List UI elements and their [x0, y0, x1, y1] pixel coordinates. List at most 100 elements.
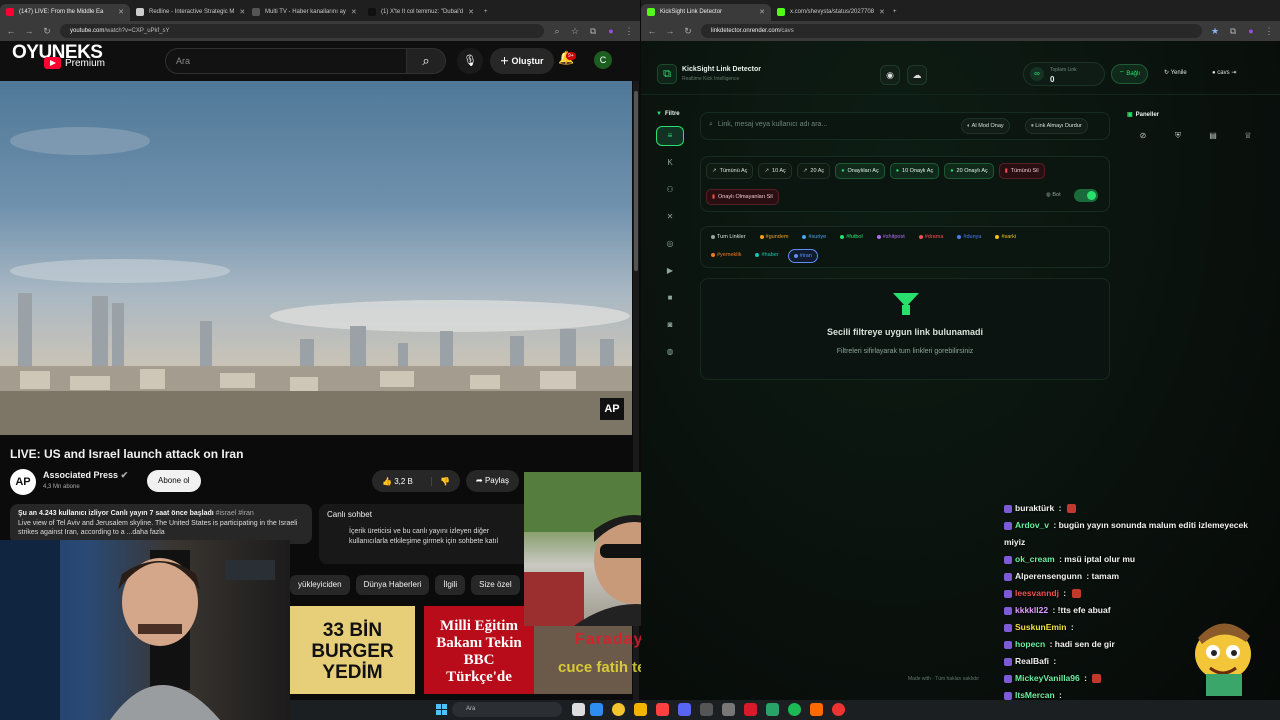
app-icon[interactable]: [832, 703, 845, 716]
tag-filter[interactable]: #futbol: [835, 231, 868, 245]
action-button[interactable]: ● Onaylıları Aç: [835, 163, 885, 179]
like-button[interactable]: 👍 3,2 B: [372, 476, 432, 486]
edge-icon[interactable]: [590, 703, 603, 716]
avatar[interactable]: C: [594, 51, 612, 69]
sidebar-item-x[interactable]: ✕: [656, 207, 684, 227]
category-chip[interactable]: yükleyiciden: [290, 575, 350, 595]
trophy-icon[interactable]: ♕: [1234, 126, 1262, 146]
browser-tab[interactable]: (147) LIVE: From the Middle Ea ✕: [0, 3, 130, 21]
app-icon[interactable]: [722, 703, 735, 716]
extensions-icon[interactable]: ⧉: [1228, 26, 1238, 37]
action-button[interactable]: ● 10 Onaylı Aç: [889, 163, 940, 179]
live-chat-panel[interactable]: Canlı sohbet İçerik üreticisi ve bu canl…: [319, 504, 529, 564]
sidebar-item-all[interactable]: ≡: [656, 126, 684, 146]
bot-toggle[interactable]: [1074, 189, 1098, 202]
sidebar-item-camera[interactable]: ◙: [656, 315, 684, 335]
block-icon[interactable]: ⊘: [1129, 126, 1157, 146]
taskbar-search-input[interactable]: Ara: [452, 702, 562, 717]
left-url-field[interactable]: youtube.com/watch?v=CXP_uPkf_sY: [60, 24, 544, 38]
share-button[interactable]: ➦ Paylaş: [466, 470, 519, 492]
app-icon[interactable]: [810, 703, 823, 716]
chrome-icon[interactable]: [612, 703, 625, 716]
kick-avatar-icon[interactable]: ◉: [880, 65, 900, 85]
menu-icon[interactable]: ⋮: [1264, 26, 1274, 37]
profile-icon[interactable]: ●: [606, 26, 616, 36]
category-chip[interactable]: İlgili: [435, 575, 466, 595]
browser-tab[interactable]: (1) X'te It col temmuz: "Dubai'd ✕: [362, 4, 478, 21]
back-icon[interactable]: ←: [647, 26, 657, 36]
tag-filter[interactable]: Tum Linkler: [706, 231, 751, 245]
channel-name[interactable]: Associated Press ✔: [43, 470, 128, 481]
description-box[interactable]: Şu an 4.243 kullanıcı izliyor Canlı yayı…: [10, 504, 312, 544]
reload-icon[interactable]: ↻: [683, 26, 693, 37]
video-thumbnail[interactable]: 33 BİN BURGER YEDİM: [290, 606, 415, 694]
tag-filter[interactable]: #haber: [750, 249, 783, 263]
browser-tab[interactable]: x.com/shevysta/status/2027708 ✕: [771, 4, 887, 21]
extensions-icon[interactable]: ⧉: [588, 26, 598, 37]
browser-tab[interactable]: KickSight Link Detector ✕: [641, 3, 771, 21]
tag-filter[interactable]: #drama: [914, 231, 949, 245]
video-thumbnail[interactable]: Milli Eğitim Bakanı Tekin BBC Türkçe'de: [424, 606, 534, 694]
task-view-icon[interactable]: [572, 703, 585, 716]
new-tab-icon[interactable]: +: [887, 4, 903, 21]
search-icon[interactable]: ⌕: [406, 48, 446, 74]
browser-tab[interactable]: Redline - Interactive Strategic M ✕: [130, 4, 246, 21]
tag-filter[interactable]: #dunya: [952, 231, 986, 245]
create-button[interactable]: ＋ Oluştur: [490, 48, 554, 74]
refresh-button[interactable]: ↻ Yenile: [1157, 64, 1194, 84]
profile-icon[interactable]: ●: [1246, 26, 1256, 36]
tab-close-icon[interactable]: ✕: [239, 8, 245, 16]
new-tab-icon[interactable]: +: [478, 4, 494, 21]
category-chip[interactable]: Size özel: [471, 575, 520, 595]
reload-icon[interactable]: ↻: [42, 26, 52, 37]
sidebar-item-users[interactable]: ⚇: [656, 180, 684, 200]
file-explorer-icon[interactable]: [634, 703, 647, 716]
tab-close-icon[interactable]: ✕: [468, 8, 474, 16]
action-button[interactable]: ↗ Tümünü Aç: [706, 163, 754, 179]
action-button[interactable]: ▮ Tümünü Sil: [998, 163, 1045, 179]
microphone-icon[interactable]: 🎙: [457, 48, 483, 74]
app-icon[interactable]: [700, 703, 713, 716]
tag-filter[interactable]: #iran: [787, 249, 818, 263]
tab-close-icon[interactable]: ✕: [759, 8, 765, 16]
link-search-input[interactable]: ⌕ Link, mesaj veya kullanıcı adı ara...: [709, 121, 827, 129]
ai-mod-approval-toggle[interactable]: ◐ AI Mod Onay: [961, 118, 1010, 134]
sidebar-item-kick[interactable]: K: [656, 153, 684, 173]
category-chip[interactable]: Dünya Haberleri: [355, 575, 430, 595]
app-icon[interactable]: [744, 703, 757, 716]
shield-icon[interactable]: ⛨: [1164, 126, 1192, 146]
right-url-field[interactable]: linkdetector.onrender.com/cavs: [701, 24, 1202, 38]
tag-filter[interactable]: #yemeklik: [706, 249, 746, 263]
sidebar-item-youtube[interactable]: ▶: [656, 261, 684, 281]
video-player[interactable]: [0, 81, 632, 435]
sidebar-item-video[interactable]: ■: [656, 288, 684, 308]
forward-icon[interactable]: →: [24, 26, 34, 36]
action-button[interactable]: ↗ 20 Aç: [796, 163, 831, 179]
archive-icon[interactable]: ▤: [1199, 126, 1227, 146]
action-button[interactable]: ● 20 Onaylı Aç: [944, 163, 994, 179]
search-input[interactable]: Ara: [165, 48, 407, 74]
bookmark-star-icon[interactable]: ☆: [570, 26, 580, 37]
youtube-premium-logo[interactable]: Premium: [44, 57, 105, 69]
user-menu[interactable]: ● cavs ⇥: [1205, 64, 1243, 84]
tag-filter[interactable]: #shitpost: [872, 231, 910, 245]
dislike-icon[interactable]: 👎: [432, 477, 450, 486]
spotify-icon[interactable]: [788, 703, 801, 716]
forward-icon[interactable]: →: [665, 26, 675, 36]
windows-start-icon[interactable]: [436, 703, 448, 715]
zoom-icon[interactable]: ⌕: [552, 26, 562, 37]
menu-icon[interactable]: ⋮: [624, 26, 634, 37]
sidebar-item-instagram[interactable]: ◎: [656, 234, 684, 254]
bookmark-star-icon[interactable]: ★: [1210, 26, 1220, 37]
tab-close-icon[interactable]: ✕: [879, 8, 885, 16]
tab-close-icon[interactable]: ✕: [118, 8, 124, 16]
subscribe-button[interactable]: Abone ol: [147, 470, 201, 492]
action-button[interactable]: ▮ Onaylı Olmayanları Sil: [706, 189, 779, 205]
app-icon[interactable]: [766, 703, 779, 716]
stop-receiving-links-button[interactable]: ⏸ Link Almayı Durdur: [1025, 118, 1088, 134]
sidebar-item-web[interactable]: ◍: [656, 342, 684, 362]
tag-filter[interactable]: #sarki: [990, 231, 1021, 245]
back-icon[interactable]: ←: [6, 26, 16, 36]
action-button[interactable]: ↗ 10 Aç: [758, 163, 792, 179]
app-icon[interactable]: [656, 703, 669, 716]
